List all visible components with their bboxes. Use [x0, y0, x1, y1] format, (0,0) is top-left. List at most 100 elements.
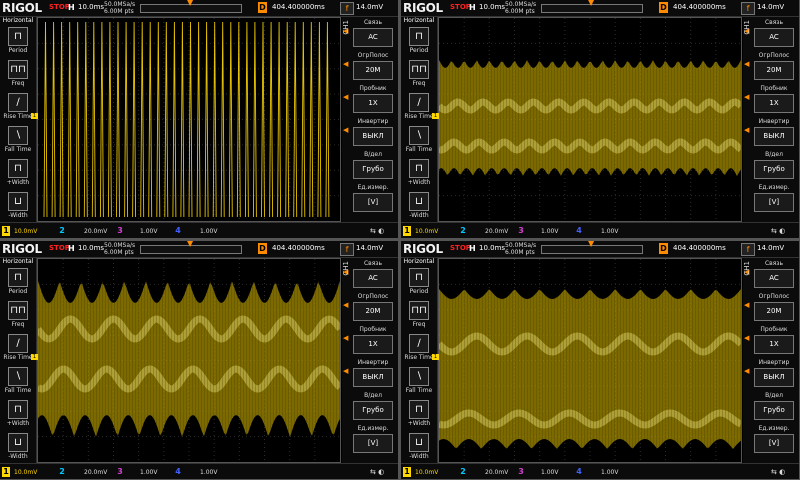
measure-item-freq[interactable]: ⊓⊓ Freq — [0, 299, 36, 331]
measure-item-fall-time[interactable]: ∖ Fall Time — [401, 365, 437, 397]
channel-menu-item-value[interactable]: AC — [754, 269, 794, 288]
channel-menu-item[interactable]: Пробник 1X — [751, 85, 797, 117]
channel-menu-item[interactable]: Ед.измер. [V] — [751, 184, 797, 216]
channel-menu-item-value[interactable]: 1X — [353, 94, 393, 113]
channel-menu-item-value[interactable]: AC — [353, 269, 393, 288]
channel-menu-item[interactable]: В/дел Грубо — [751, 151, 797, 183]
channel-menu-item[interactable]: Пробник 1X — [350, 85, 396, 117]
channel-menu-item[interactable]: Инвертир ВЫКЛ — [751, 359, 797, 391]
measure-item-fall-time[interactable]: ∖ Fall Time — [401, 124, 437, 156]
ch2-badge[interactable]: 2 — [58, 226, 66, 236]
measure-item--width[interactable]: ⊓ +Width — [0, 398, 36, 430]
ch1-badge[interactable]: 1 — [2, 226, 10, 236]
measure-item-period[interactable]: ⊓ Period — [401, 25, 437, 57]
ch4-badge[interactable]: 4 — [174, 226, 182, 236]
channel-menu-item-value[interactable]: ВЫКЛ — [353, 127, 393, 146]
channel-menu-item-value[interactable]: 1X — [754, 94, 794, 113]
measure-item-period[interactable]: ⊓ Period — [0, 266, 36, 298]
waveform-area[interactable] — [438, 258, 742, 463]
measure-item--width[interactable]: ⊔ -Width — [0, 431, 36, 463]
channel-menu-item[interactable]: Связь AC — [751, 260, 797, 292]
channel-menu-item[interactable]: Ед.измер. [V] — [751, 425, 797, 457]
channel-menu-item[interactable]: Пробник 1X — [751, 326, 797, 358]
channel-menu-item[interactable]: Ед.измер. [V] — [350, 425, 396, 457]
channel-menu-item[interactable]: В/дел Грубо — [350, 151, 396, 183]
ch4-badge[interactable]: 4 — [174, 467, 182, 477]
ch2-badge[interactable]: 2 — [459, 226, 467, 236]
channel-menu-item-value[interactable]: 20M — [754, 302, 794, 321]
channel-menu-item[interactable]: Связь AC — [751, 19, 797, 51]
measure-item-freq[interactable]: ⊓⊓ Freq — [401, 299, 437, 331]
measure-item--width[interactable]: ⊔ -Width — [401, 431, 437, 463]
measure-item-icon: ⊓⊓ — [409, 60, 429, 79]
measure-item-fall-time[interactable]: ∖ Fall Time — [0, 365, 36, 397]
channel-menu-item[interactable]: В/дел Грубо — [350, 392, 396, 424]
channel-menu-item[interactable]: Инвертир ВЫКЛ — [350, 359, 396, 391]
run-state[interactable]: STOP — [49, 3, 70, 11]
channel-menu-item-value[interactable]: AC — [353, 28, 393, 47]
channel-menu-item[interactable]: ОгрПолос 20M — [350, 52, 396, 84]
channel-menu-item[interactable]: Связь AC — [350, 260, 396, 292]
measure-item-period[interactable]: ⊓ Period — [0, 25, 36, 57]
ch3-badge[interactable]: 3 — [116, 226, 124, 236]
measure-item--width[interactable]: ⊓ +Width — [0, 157, 36, 189]
ch1-badge[interactable]: 1 — [2, 467, 10, 477]
run-state[interactable]: STOP — [450, 3, 471, 11]
measure-item-label: -Width — [8, 212, 28, 219]
channel-menu-item-value[interactable]: ВЫКЛ — [754, 127, 794, 146]
channel-menu-item[interactable]: ОгрПолос 20M — [350, 293, 396, 325]
channel-menu-item-value[interactable]: ВЫКЛ — [353, 368, 393, 387]
channel-menu-item[interactable]: В/дел Грубо — [751, 392, 797, 424]
channel-menu-item-value[interactable]: 20M — [353, 302, 393, 321]
ch1-offset-marker[interactable]: 1 — [432, 354, 439, 360]
measure-item-freq[interactable]: ⊓⊓ Freq — [401, 58, 437, 90]
channel-menu-item-value[interactable]: ВЫКЛ — [754, 368, 794, 387]
measure-item--width[interactable]: ⊔ -Width — [401, 190, 437, 222]
ch4-badge[interactable]: 4 — [575, 467, 583, 477]
ch3-badge[interactable]: 3 — [517, 467, 525, 477]
channel-menu-item[interactable]: Ед.измер. [V] — [350, 184, 396, 216]
measure-item-freq[interactable]: ⊓⊓ Freq — [0, 58, 36, 90]
channel-menu-item-value[interactable]: [V] — [353, 193, 393, 212]
channel-menu-item[interactable]: Инвертир ВЫКЛ — [350, 118, 396, 150]
channel-menu-item-value[interactable]: [V] — [754, 434, 794, 453]
ch3-badge[interactable]: 3 — [116, 467, 124, 477]
ch2-badge[interactable]: 2 — [459, 467, 467, 477]
measure-item--width[interactable]: ⊓ +Width — [401, 398, 437, 430]
ch3-badge[interactable]: 3 — [517, 226, 525, 236]
channel-menu-item-value[interactable]: AC — [754, 28, 794, 47]
channel-menu-item-value[interactable]: Грубо — [353, 401, 393, 420]
measure-item--width[interactable]: ⊔ -Width — [0, 190, 36, 222]
run-state[interactable]: STOP — [49, 244, 70, 252]
channel-menu-item-value[interactable]: 20M — [353, 61, 393, 80]
channel-menu-item[interactable]: Инвертир ВЫКЛ — [751, 118, 797, 150]
channel-menu-item-value[interactable]: Грубо — [754, 401, 794, 420]
ch1-offset-marker[interactable]: 1 — [31, 113, 38, 119]
ch1-offset-marker[interactable]: 1 — [31, 354, 38, 360]
sample-rate: 50.0MSa/s — [505, 242, 537, 249]
waveform-area[interactable] — [37, 17, 341, 222]
run-state[interactable]: STOP — [450, 244, 471, 252]
ch2-badge[interactable]: 2 — [58, 467, 66, 477]
waveform-area[interactable] — [37, 258, 341, 463]
measure-item-fall-time[interactable]: ∖ Fall Time — [0, 124, 36, 156]
channel-menu-item-value[interactable]: 1X — [754, 335, 794, 354]
channel-menu-item[interactable]: Связь AC — [350, 19, 396, 51]
trigger-position-icon: ▼ — [588, 0, 595, 7]
channel-menu-item-value[interactable]: 1X — [353, 335, 393, 354]
channel-menu-item-value[interactable]: 20M — [754, 61, 794, 80]
measure-item--width[interactable]: ⊓ +Width — [401, 157, 437, 189]
channel-menu-item-value[interactable]: [V] — [754, 193, 794, 212]
waveform-area[interactable] — [438, 17, 742, 222]
ch1-offset-marker[interactable]: 1 — [432, 113, 439, 119]
ch1-badge[interactable]: 1 — [403, 467, 411, 477]
channel-menu-item[interactable]: Пробник 1X — [350, 326, 396, 358]
channel-menu-item-value[interactable]: Грубо — [353, 160, 393, 179]
channel-menu-item[interactable]: ОгрПолос 20M — [751, 52, 797, 84]
measure-item-period[interactable]: ⊓ Period — [401, 266, 437, 298]
channel-menu-item-value[interactable]: [V] — [353, 434, 393, 453]
channel-menu-item[interactable]: ОгрПолос 20M — [751, 293, 797, 325]
ch1-badge[interactable]: 1 — [403, 226, 411, 236]
channel-menu-item-value[interactable]: Грубо — [754, 160, 794, 179]
ch4-badge[interactable]: 4 — [575, 226, 583, 236]
